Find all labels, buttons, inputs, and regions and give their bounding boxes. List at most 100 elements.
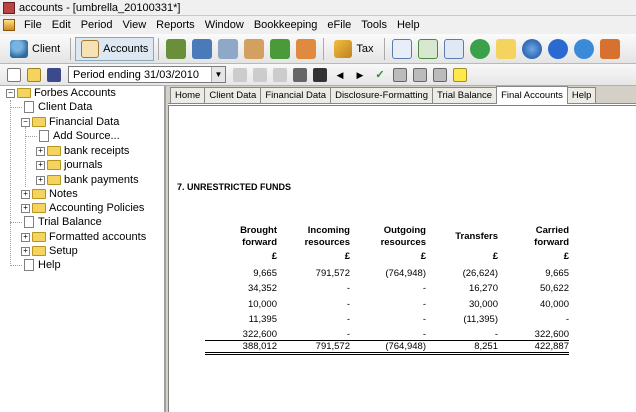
print-icon[interactable] bbox=[293, 67, 307, 82]
expand-icon[interactable]: + bbox=[21, 246, 30, 256]
expand-icon[interactable]: + bbox=[21, 232, 30, 242]
check-icon[interactable]: ✓ bbox=[373, 68, 387, 82]
table-cell: 791,572 bbox=[315, 267, 350, 279]
copy-icon[interactable] bbox=[253, 67, 267, 82]
notepad-icon[interactable] bbox=[391, 38, 412, 59]
menu-help[interactable]: Help bbox=[392, 16, 425, 34]
menu-bookkeeping[interactable]: Bookkeeping bbox=[249, 16, 323, 34]
tree-item-add-source[interactable]: Add Source... bbox=[37, 129, 120, 143]
table-row: 322,600 - - - 322,600 bbox=[205, 325, 569, 341]
currency-cell: £ bbox=[420, 251, 426, 262]
clock-icon[interactable] bbox=[296, 38, 317, 59]
tree-item-formatted-accounts[interactable]: + Formatted accounts bbox=[21, 230, 146, 244]
tree-item-client-data[interactable]: Client Data bbox=[22, 100, 92, 114]
cut-icon[interactable] bbox=[233, 67, 247, 82]
menu-file[interactable]: File bbox=[19, 16, 47, 34]
table-cell: 11,395 bbox=[248, 314, 277, 325]
total-cell: 8,251 bbox=[426, 340, 498, 355]
menu-reports[interactable]: Reports bbox=[151, 16, 200, 34]
totals-row: 388,012 791,572 (764,948) 8,251 422,887 bbox=[205, 340, 569, 355]
refresh-icon[interactable] bbox=[469, 38, 490, 59]
accounts-button[interactable]: Accounts bbox=[75, 36, 155, 61]
client-button[interactable]: Client bbox=[4, 37, 66, 61]
tab-home[interactable]: Home bbox=[170, 87, 206, 103]
help-pointer-icon[interactable] bbox=[313, 67, 327, 82]
collapse-icon[interactable]: − bbox=[6, 88, 15, 98]
period-select[interactable]: Period ending 31/03/2010 ▼ bbox=[68, 66, 226, 83]
tree-item-trial-balance[interactable]: Trial Balance bbox=[22, 215, 102, 229]
next-icon[interactable]: ▶ bbox=[353, 68, 367, 82]
table-cell: - bbox=[346, 314, 350, 325]
document-icon bbox=[39, 130, 49, 142]
sticky-note-icon[interactable] bbox=[453, 67, 467, 82]
currency-cell: £ bbox=[563, 251, 569, 262]
menu-view[interactable]: View bbox=[118, 16, 152, 34]
table-cell: (11,395) bbox=[463, 314, 498, 325]
tree-item-bank-payments[interactable]: + bank payments bbox=[36, 173, 139, 187]
currency-row: £ £ £ £ £ bbox=[205, 249, 569, 263]
globe-icon[interactable] bbox=[521, 38, 542, 59]
tree-item-financial-data[interactable]: − Financial Data bbox=[21, 115, 119, 129]
expand-icon[interactable]: + bbox=[36, 160, 45, 170]
client-button-label: Client bbox=[32, 42, 61, 55]
tree-item-bank-receipts[interactable]: + bank receipts bbox=[36, 144, 129, 158]
total-cell: 388,012 bbox=[205, 340, 277, 355]
help-icon[interactable] bbox=[547, 38, 568, 59]
calculator-icon[interactable] bbox=[166, 38, 187, 59]
report-icon[interactable] bbox=[417, 38, 438, 59]
collapse-icon[interactable]: − bbox=[21, 117, 30, 127]
prev-icon[interactable]: ◀ bbox=[333, 68, 347, 82]
new-file-icon[interactable] bbox=[7, 67, 21, 82]
tree-root[interactable]: − Forbes Accounts bbox=[6, 86, 116, 100]
grid-icon[interactable] bbox=[443, 38, 464, 59]
tree-item-journals[interactable]: + journals bbox=[36, 158, 103, 172]
table-cell: - bbox=[346, 298, 350, 310]
toolbar-separator bbox=[323, 37, 325, 60]
chevron-down-icon[interactable]: ▼ bbox=[211, 67, 225, 82]
table-cell: 50,622 bbox=[539, 283, 569, 294]
tab-financial-data[interactable]: Financial Data bbox=[260, 87, 332, 103]
currency-cell: £ bbox=[271, 251, 277, 262]
menu-efile[interactable]: eFile bbox=[322, 16, 356, 34]
internet-explorer-icon[interactable] bbox=[573, 38, 594, 59]
save-icon[interactable] bbox=[47, 67, 61, 82]
folder-icon bbox=[32, 232, 46, 242]
menu-period[interactable]: Period bbox=[76, 16, 118, 34]
tree-item-label: Help bbox=[38, 259, 61, 271]
paste-icon[interactable] bbox=[273, 67, 287, 82]
folder-open-icon[interactable] bbox=[495, 38, 516, 59]
menu-tools[interactable]: Tools bbox=[356, 16, 392, 34]
tree-item-accounting-policies[interactable]: + Accounting Policies bbox=[21, 201, 144, 215]
handshake-icon[interactable] bbox=[244, 38, 265, 59]
table-add-icon[interactable] bbox=[433, 67, 447, 82]
tab-client-data[interactable]: Client Data bbox=[204, 87, 262, 103]
tree-item-help[interactable]: Help bbox=[22, 258, 61, 272]
document-icon bbox=[24, 259, 34, 271]
menu-edit[interactable]: Edit bbox=[47, 16, 76, 34]
accounts-button-label: Accounts bbox=[103, 42, 149, 55]
open-folder-icon[interactable] bbox=[27, 67, 41, 82]
tab-disclosure-formatting[interactable]: Disclosure-Formatting bbox=[330, 87, 433, 103]
menu-window[interactable]: Window bbox=[200, 16, 249, 34]
money-bag-icon[interactable] bbox=[270, 38, 291, 59]
tab-final-accounts[interactable]: Final Accounts bbox=[496, 86, 568, 104]
document-menu-icon[interactable] bbox=[3, 19, 15, 31]
tree-item-label: Formatted accounts bbox=[49, 231, 147, 243]
table-edit-icon[interactable] bbox=[413, 67, 427, 82]
tree-item-setup[interactable]: + Setup bbox=[21, 244, 78, 258]
expand-icon[interactable]: + bbox=[21, 189, 30, 199]
expand-icon[interactable]: + bbox=[36, 146, 45, 156]
tab-trial-balance[interactable]: Trial Balance bbox=[432, 87, 498, 103]
exit-icon[interactable] bbox=[599, 38, 620, 59]
tab-help[interactable]: Help bbox=[566, 87, 597, 103]
expand-icon[interactable]: + bbox=[21, 203, 30, 213]
col-header-brought-forward: Brought forward bbox=[240, 225, 277, 248]
tax-button[interactable]: Tax bbox=[328, 37, 379, 61]
col-header-transfers: Transfers bbox=[455, 231, 498, 242]
expand-icon[interactable]: + bbox=[36, 175, 45, 185]
table-view-icon[interactable] bbox=[393, 67, 407, 82]
table-cell: - bbox=[565, 314, 569, 325]
tree-item-notes[interactable]: + Notes bbox=[21, 187, 78, 201]
edit-sheet-icon[interactable] bbox=[192, 38, 213, 59]
pen-icon[interactable] bbox=[218, 38, 239, 59]
